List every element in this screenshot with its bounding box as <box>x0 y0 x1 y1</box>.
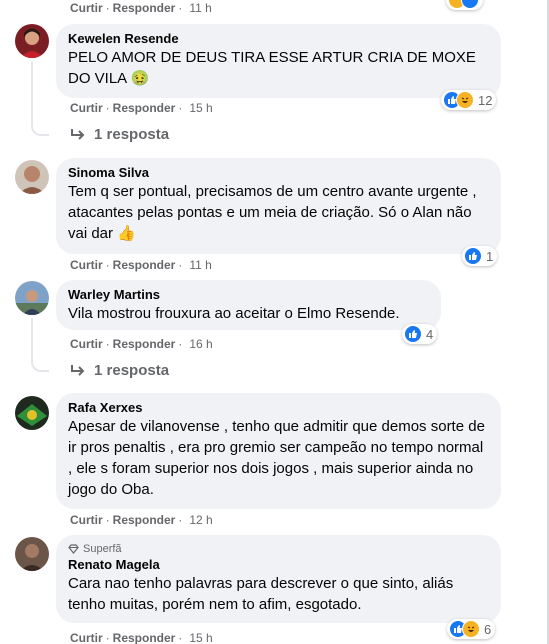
like-button[interactable]: Curtir <box>70 513 103 527</box>
comment-time[interactable]: 15 h <box>189 101 212 115</box>
reaction-count: 4 <box>426 326 434 342</box>
like-button[interactable]: Curtir <box>70 337 103 351</box>
comment-time[interactable]: 15 h <box>189 631 212 644</box>
comment-text: Vila mostrou frouxura ao aceitar o Elmo … <box>68 305 400 322</box>
like-button[interactable]: Curtir <box>70 101 103 115</box>
reply-button[interactable]: Responder <box>113 1 176 15</box>
comment-time[interactable]: 11 h <box>189 258 211 272</box>
like-icon <box>404 325 422 343</box>
view-replies-link[interactable]: 1 resposta <box>70 126 169 143</box>
reaction-count: 1 <box>486 248 494 264</box>
thread-curve <box>31 120 49 136</box>
separator: · <box>178 1 183 15</box>
separator: · <box>105 101 110 115</box>
replies-count[interactable]: 1 resposta <box>94 362 169 379</box>
comment-text: Cara nao tenho palavras para descrever o… <box>68 575 458 613</box>
comment-actions: Curtir · Responder · 12 h <box>70 513 213 527</box>
separator: · <box>178 258 183 272</box>
reply-arrow-icon <box>71 364 85 376</box>
comment-bubble: Warley Martins Vila mostrou frouxura ao … <box>56 280 441 330</box>
separator: · <box>105 337 110 351</box>
comment-text: PELO AMOR DE DEUS TIRA ESSE ARTUR CRIA D… <box>68 49 481 87</box>
haha-icon <box>462 620 480 638</box>
top-fan-badge: Superfã <box>68 542 489 556</box>
like-button[interactable]: Curtir <box>70 258 103 272</box>
separator: · <box>105 631 110 644</box>
separator: · <box>105 513 110 527</box>
avatar[interactable] <box>15 160 49 194</box>
reply-button[interactable]: Responder <box>113 513 176 527</box>
separator: · <box>178 337 183 351</box>
avatar[interactable] <box>15 396 49 430</box>
reaction-count: 6 <box>484 621 492 637</box>
separator: · <box>178 513 183 527</box>
comment-actions: Curtir · Responder · 15 h <box>70 631 213 644</box>
comment-text: Apesar de vilanovense , tenho que admiti… <box>68 418 490 498</box>
reactions-summary[interactable]: 12 <box>441 90 497 110</box>
avatar[interactable] <box>15 537 49 571</box>
like-button[interactable]: Curtir <box>70 1 103 15</box>
diamond-icon <box>68 544 79 554</box>
reply-button[interactable]: Responder <box>113 101 176 115</box>
thread-curve <box>31 356 49 372</box>
reactions-summary[interactable]: 1 <box>462 246 498 266</box>
separator: · <box>178 101 183 115</box>
comment-actions: Curtir · Responder · 11 h <box>70 258 212 272</box>
thread-line <box>31 62 33 126</box>
separator: · <box>178 631 183 644</box>
comment-bubble: Superfã Renato Magela Cara nao tenho pal… <box>56 535 501 623</box>
view-replies-link[interactable]: 1 resposta <box>70 362 169 379</box>
like-icon <box>461 0 479 9</box>
comment-bubble: Sinoma Silva Tem q ser pontual, precisam… <box>56 158 501 254</box>
comment-time[interactable]: 12 h <box>189 513 212 527</box>
reply-button[interactable]: Responder <box>113 337 176 351</box>
comment-author[interactable]: Renato Magela <box>68 557 489 573</box>
reply-button[interactable]: Responder <box>113 258 176 272</box>
reactions-summary[interactable]: 6 <box>447 619 496 639</box>
avatar[interactable] <box>15 24 49 58</box>
comment-time[interactable]: 16 h <box>189 337 212 351</box>
reply-arrow-icon <box>71 128 85 140</box>
reactions-summary[interactable]: 4 <box>402 324 438 344</box>
comment-actions: Curtir · Responder · 16 h <box>70 337 213 351</box>
comment-author[interactable]: Rafa Xerxes <box>68 400 489 416</box>
badge-label: Superfã <box>83 543 122 555</box>
reactions-summary[interactable] <box>446 0 483 10</box>
reaction-count: 12 <box>478 92 493 108</box>
comment-text: Tem q ser pontual, precisamos de um cent… <box>68 183 481 242</box>
comment-bubble: Rafa Xerxes Apesar de vilanovense , tenh… <box>56 393 501 509</box>
like-button[interactable]: Curtir <box>70 631 103 644</box>
separator: · <box>105 1 110 15</box>
like-icon <box>464 247 482 265</box>
comment-actions: Curtir · Responder · 11 h <box>70 1 212 15</box>
separator: · <box>105 258 110 272</box>
avatar[interactable] <box>15 281 49 315</box>
replies-count[interactable]: 1 resposta <box>94 126 169 143</box>
comment-time[interactable]: 11 h <box>189 1 211 15</box>
haha-icon <box>456 91 474 109</box>
comment-author[interactable]: Sinoma Silva <box>68 165 489 181</box>
comment-author[interactable]: Kewelen Resende <box>68 31 489 47</box>
comment-author[interactable]: Warley Martins <box>68 287 429 303</box>
comment-bubble: Kewelen Resende PELO AMOR DE DEUS TIRA E… <box>56 24 501 98</box>
comment-actions: Curtir · Responder · 15 h <box>70 101 213 115</box>
reply-button[interactable]: Responder <box>113 631 176 644</box>
